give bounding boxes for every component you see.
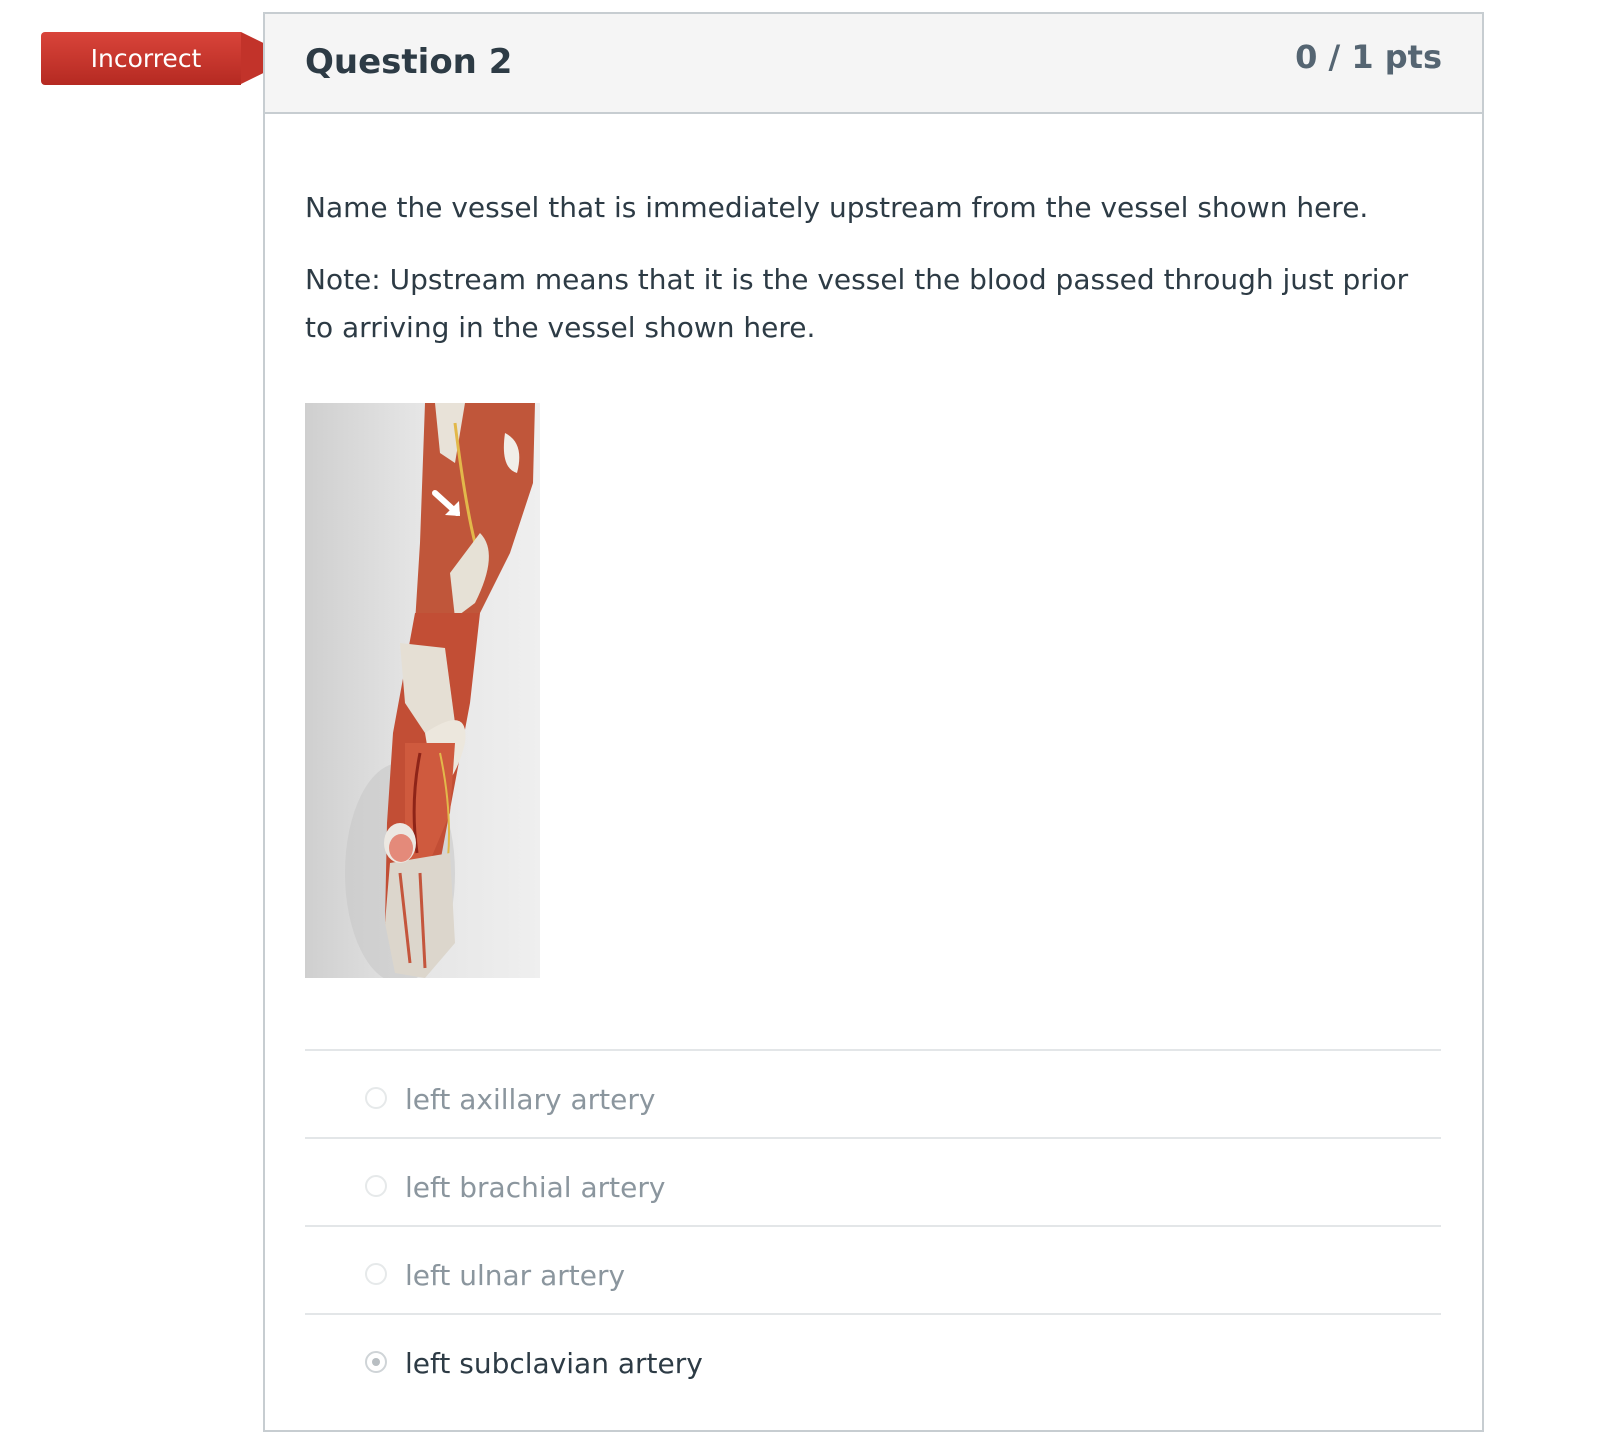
answer-option[interactable]: left brachial artery <box>305 1137 1441 1225</box>
question-header: Question 2 0 / 1 pts <box>265 14 1482 114</box>
answer-option[interactable]: left ulnar artery <box>305 1225 1441 1313</box>
question-note: Note: Upstream means that it is the vess… <box>305 263 1409 344</box>
answer-option[interactable]: left axillary artery <box>305 1049 1441 1137</box>
question-points: 0 / 1 pts <box>1295 38 1442 76</box>
answer-option-selected[interactable]: left subclavian artery <box>305 1313 1441 1401</box>
answer-list: left axillary artery left brachial arter… <box>305 1049 1441 1401</box>
question-title: Question 2 <box>305 42 513 82</box>
incorrect-badge: Incorrect <box>41 32 241 85</box>
radio-button[interactable] <box>365 1175 387 1197</box>
answer-label: left axillary artery <box>405 1083 656 1116</box>
arm-anatomy-image <box>305 403 540 978</box>
question-text: Name the vessel that is immediately upst… <box>305 184 1445 352</box>
incorrect-badge-label: Incorrect <box>90 44 202 73</box>
radio-button[interactable] <box>365 1263 387 1285</box>
radio-button[interactable] <box>365 1087 387 1109</box>
question-card: Question 2 0 / 1 pts Name the vessel tha… <box>263 12 1484 1432</box>
arm-anatomy-model-photo <box>305 403 540 978</box>
answer-label: left ulnar artery <box>405 1259 626 1292</box>
answer-label: left brachial artery <box>405 1171 666 1204</box>
radio-button-selected[interactable] <box>365 1351 387 1373</box>
question-prompt: Name the vessel that is immediately upst… <box>305 191 1369 224</box>
answer-label: left subclavian artery <box>405 1347 703 1380</box>
